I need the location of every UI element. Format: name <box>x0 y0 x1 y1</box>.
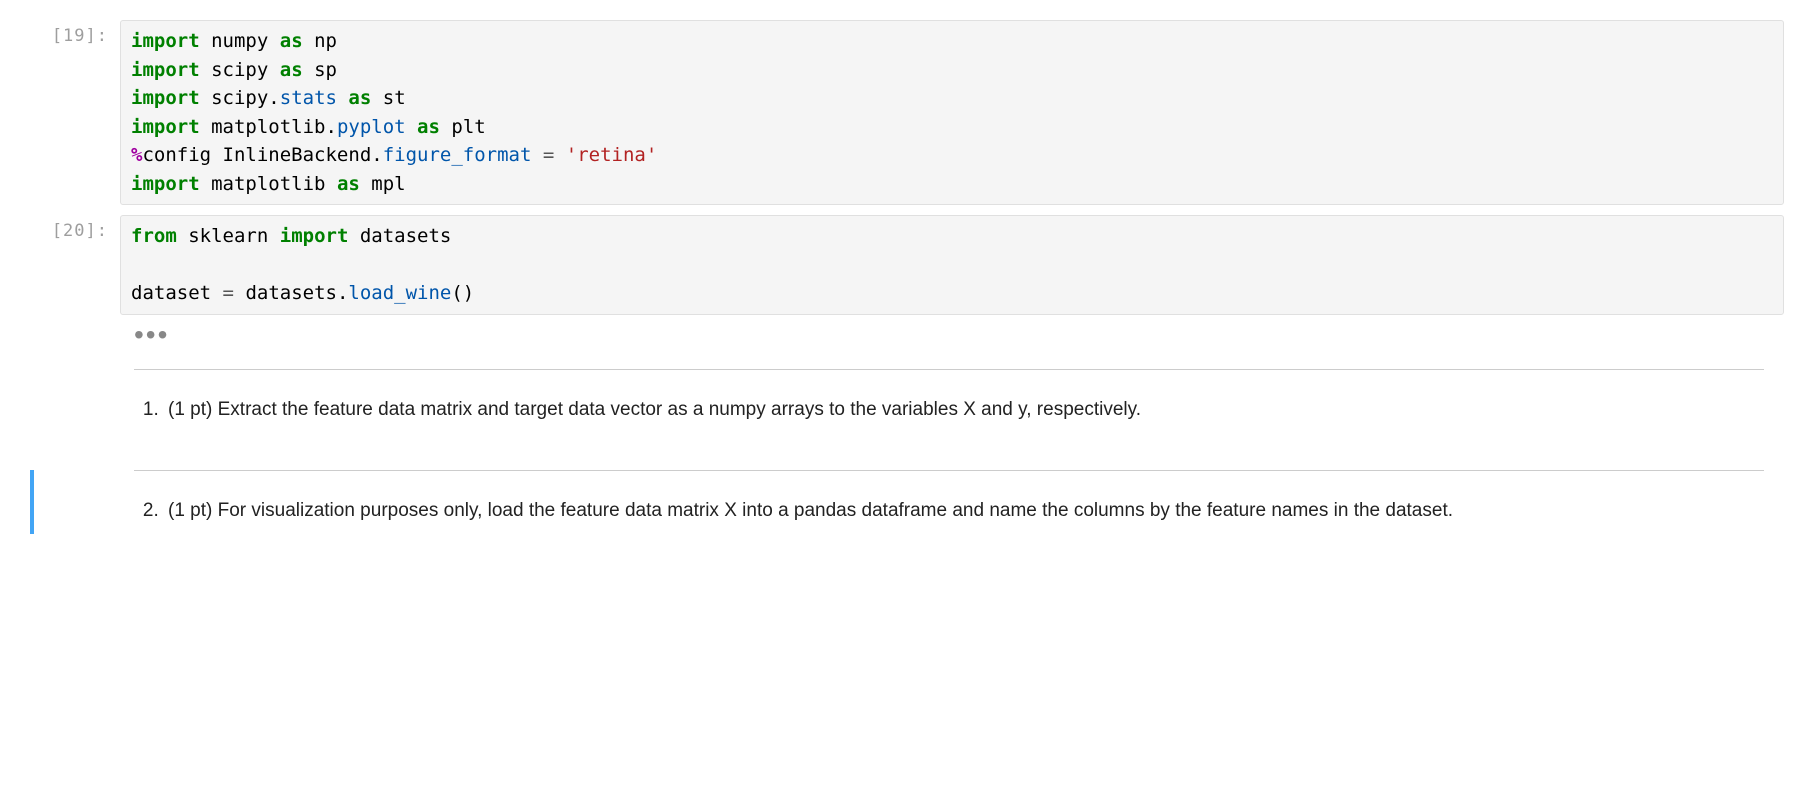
input-prompt: [19]: <box>30 20 120 205</box>
markdown-list: (1 pt) For visualization purposes only, … <box>138 497 1764 526</box>
collapsed-output-indicator[interactable]: ••• <box>134 331 1784 339</box>
cell-select-bar[interactable] <box>30 369 34 471</box>
divider <box>134 470 1764 471</box>
code-line: import scipy as sp <box>131 56 1773 85</box>
code-line: dataset = datasets.load_wine() <box>131 279 1773 308</box>
markdown-cell-1[interactable]: (1 pt) Extract the feature data matrix a… <box>30 369 1784 471</box>
output-prompt-empty <box>30 325 120 339</box>
code-cell-20[interactable]: [20]: from sklearn import datasets datas… <box>30 215 1784 315</box>
list-item: (1 pt) Extract the feature data matrix a… <box>164 396 1764 425</box>
code-input[interactable]: import numpy as npimport scipy as spimpo… <box>120 20 1784 205</box>
markdown-list: (1 pt) Extract the feature data matrix a… <box>138 396 1764 425</box>
code-line: from sklearn import datasets <box>131 222 1773 251</box>
code-line: import scipy.stats as st <box>131 84 1773 113</box>
code-line <box>131 251 1773 280</box>
cell-select-bar-active[interactable] <box>30 470 34 534</box>
code-cell-19[interactable]: [19]: import numpy as npimport scipy as … <box>30 20 1784 205</box>
code-line: import matplotlib as mpl <box>131 170 1773 199</box>
input-prompt: [20]: <box>30 215 120 315</box>
code-line: import matplotlib.pyplot as plt <box>131 113 1773 142</box>
code-line: %config InlineBackend.figure_format = 'r… <box>131 141 1773 170</box>
list-item: (1 pt) For visualization purposes only, … <box>164 497 1764 526</box>
divider <box>134 369 1764 370</box>
collapsed-output-row: ••• <box>30 325 1784 339</box>
markdown-cell-2[interactable]: (1 pt) For visualization purposes only, … <box>30 470 1784 534</box>
notebook-container: [19]: import numpy as npimport scipy as … <box>0 0 1814 574</box>
code-line: import numpy as np <box>131 27 1773 56</box>
code-input[interactable]: from sklearn import datasets dataset = d… <box>120 215 1784 315</box>
